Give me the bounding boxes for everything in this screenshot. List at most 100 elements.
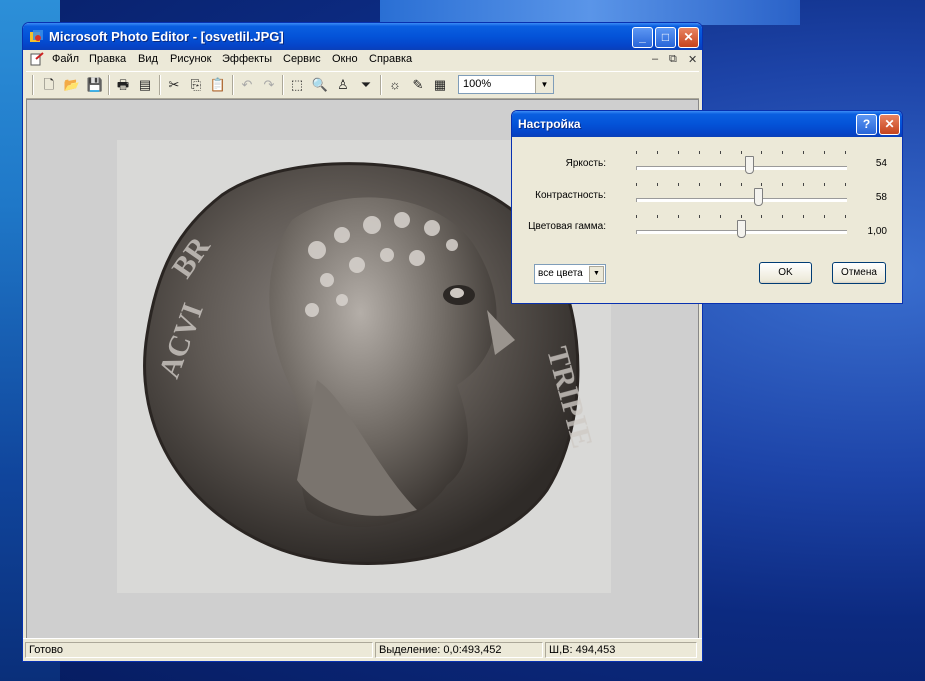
- close-button[interactable]: ✕: [678, 27, 699, 48]
- brightness-label: Яркость:: [565, 158, 606, 169]
- menu-edit[interactable]: Правка: [89, 53, 126, 65]
- toolbar-separator: [159, 75, 161, 95]
- channel-value: все цвета: [538, 268, 583, 279]
- brightness-slider-thumb[interactable]: [745, 156, 755, 174]
- menu-help[interactable]: Справка: [369, 53, 412, 65]
- print-icon[interactable]: 🖶: [114, 76, 132, 94]
- toolbar-grip: [32, 75, 34, 95]
- slider-tick: [678, 151, 679, 154]
- slider-tick: [845, 151, 846, 154]
- slider-tick: [699, 183, 700, 186]
- doc-minimize-icon[interactable]: –: [652, 53, 658, 65]
- toolbar-separator: [108, 75, 110, 95]
- gamma-slider-thumb[interactable]: [737, 220, 746, 238]
- dialog-title: Настройка: [518, 117, 581, 131]
- title-bar[interactable]: Microsoft Photo Editor - [osvetlil.JPG] …: [23, 23, 702, 50]
- doc-close-icon[interactable]: ✕: [688, 53, 697, 66]
- undo-icon[interactable]: ↶: [238, 76, 256, 94]
- slider-tick: [845, 215, 846, 218]
- paste-icon[interactable]: 📋: [209, 76, 227, 94]
- slider-tick: [720, 151, 721, 154]
- contrast-track[interactable]: [636, 198, 847, 202]
- slider-tick: [636, 215, 637, 218]
- slider-tick: [803, 151, 804, 154]
- slider-tick: [657, 151, 658, 154]
- slider-tick: [636, 183, 637, 186]
- slider-tick: [782, 215, 783, 218]
- slider-tick: [678, 183, 679, 186]
- close-icon: ✕: [884, 117, 895, 131]
- status-selection: Выделение: 0,0:493,452: [375, 642, 543, 658]
- slider-tick: [824, 215, 825, 218]
- select-icon[interactable]: ⬚: [288, 76, 306, 94]
- maximize-button[interactable]: □: [655, 27, 676, 48]
- gamma-ticks: [636, 215, 846, 219]
- document-icon[interactable]: [30, 52, 45, 67]
- contrast-label: Контрастность:: [535, 190, 606, 201]
- dialog-title-bar[interactable]: Настройка ? ✕: [512, 111, 902, 137]
- slider-tick: [824, 183, 825, 186]
- app-icon: [30, 30, 43, 42]
- contrast-ticks: [636, 183, 846, 187]
- slider-tick: [636, 151, 637, 154]
- channel-select[interactable]: все цвета ▼: [534, 264, 606, 284]
- adjust-dialog: Настройка ? ✕ Яркость: 54 Контрастность:…: [511, 110, 903, 304]
- slider-tick: [803, 215, 804, 218]
- status-size: Ш,В: 494,453: [545, 642, 697, 658]
- cancel-button[interactable]: Отмена: [832, 262, 886, 284]
- scan-icon[interactable]: ▤: [136, 76, 154, 94]
- toolbar-separator: [282, 75, 284, 95]
- slider-tick: [657, 215, 658, 218]
- open-folder-icon[interactable]: 📂: [63, 76, 81, 94]
- chevron-down-icon[interactable]: ▼: [589, 266, 604, 282]
- slider-tick: [741, 215, 742, 218]
- menu-tools[interactable]: Сервис: [283, 53, 321, 65]
- slider-tick: [720, 215, 721, 218]
- zoom-icon[interactable]: 🔍: [311, 76, 329, 94]
- cut-icon[interactable]: ✂: [165, 76, 183, 94]
- slider-tick: [678, 215, 679, 218]
- slider-tick: [761, 183, 762, 186]
- slider-tick: [657, 183, 658, 186]
- minimize-button[interactable]: _: [632, 27, 653, 48]
- save-icon[interactable]: 💾: [86, 76, 104, 94]
- dialog-close-button[interactable]: ✕: [879, 114, 900, 135]
- smudge-icon[interactable]: ⏷: [357, 76, 375, 94]
- balance-icon[interactable]: ☼: [386, 76, 404, 94]
- brightness-ticks: [636, 151, 846, 155]
- help-button[interactable]: ?: [856, 114, 877, 135]
- stamp-icon[interactable]: ♙: [334, 76, 352, 94]
- help-icon: ?: [862, 117, 871, 131]
- slider-tick: [720, 183, 721, 186]
- menu-view[interactable]: Вид: [138, 53, 158, 65]
- pen-icon[interactable]: ✎: [409, 76, 427, 94]
- slider-tick: [761, 215, 762, 218]
- menu-image[interactable]: Рисунок: [170, 53, 212, 65]
- slider-tick: [699, 215, 700, 218]
- slider-tick: [824, 151, 825, 154]
- minimize-icon: _: [639, 30, 646, 44]
- gamma-label: Цветовая гамма:: [528, 221, 606, 232]
- menu-bar: Файл Правка Вид Рисунок Эффекты Сервис О…: [26, 51, 699, 69]
- redo-icon[interactable]: ↷: [260, 76, 278, 94]
- brightness-track[interactable]: [636, 166, 847, 170]
- zoom-select[interactable]: 100% ▼: [458, 75, 554, 94]
- menu-effects[interactable]: Эффекты: [222, 53, 272, 65]
- slider-tick: [803, 183, 804, 186]
- status-ready: Готово: [25, 642, 373, 658]
- brightness-value: 54: [875, 158, 887, 169]
- menu-file[interactable]: Файл: [52, 53, 79, 65]
- slider-tick: [761, 151, 762, 154]
- doc-restore-icon[interactable]: ⧉: [669, 53, 677, 66]
- slider-tick: [782, 151, 783, 154]
- contrast-slider-thumb[interactable]: [753, 188, 763, 206]
- maximize-icon: □: [661, 30, 670, 44]
- menu-window[interactable]: Окно: [332, 53, 358, 65]
- slider-tick: [741, 151, 742, 154]
- properties-icon[interactable]: ▦: [431, 76, 449, 94]
- chevron-down-icon[interactable]: ▼: [535, 76, 553, 93]
- new-file-icon[interactable]: 🗋: [40, 76, 58, 94]
- ok-button[interactable]: OK: [759, 262, 812, 284]
- copy-icon[interactable]: ⎘: [187, 76, 205, 94]
- gamma-value: 1,00: [867, 226, 887, 237]
